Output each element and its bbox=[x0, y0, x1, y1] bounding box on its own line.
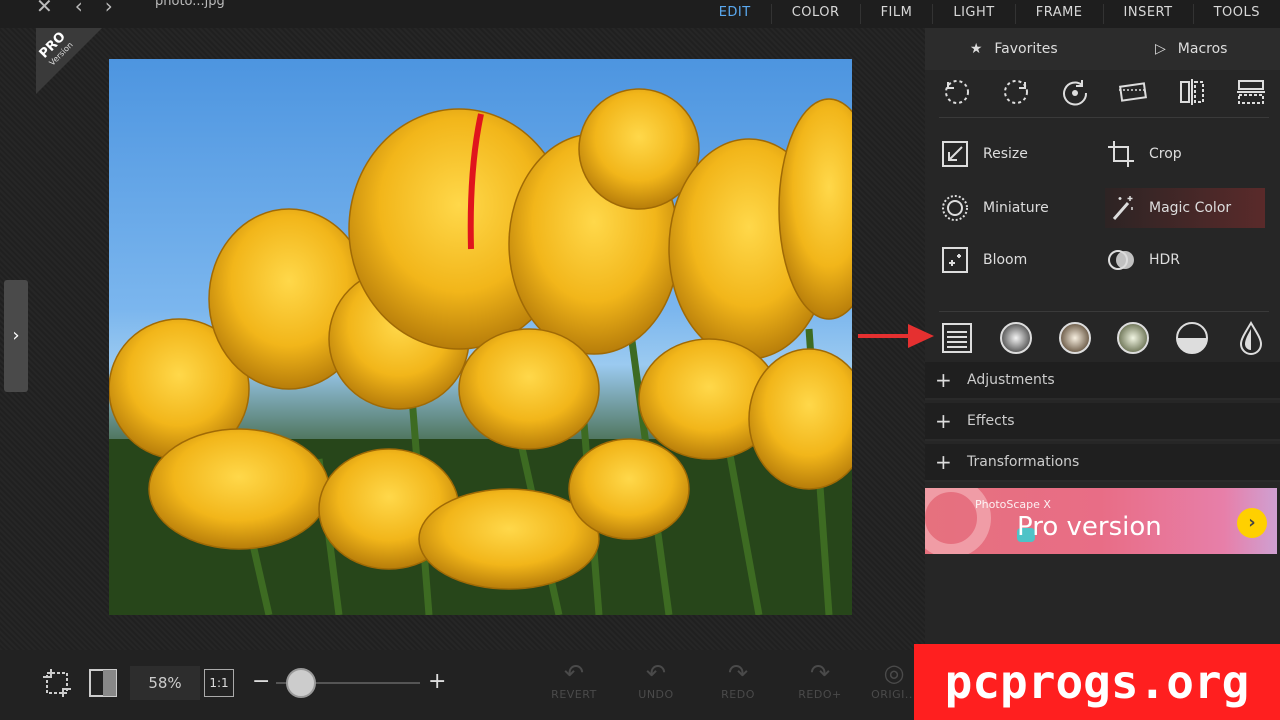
redo-all-icon: ↷ bbox=[809, 659, 831, 687]
arrow-annotation-icon bbox=[858, 324, 934, 348]
tab-color[interactable]: COLOR bbox=[770, 4, 860, 24]
miniature-button[interactable]: Miniature bbox=[939, 188, 1099, 228]
adjustments-label: Adjustments bbox=[967, 372, 1055, 388]
back-icon[interactable]: ‹ bbox=[75, 0, 83, 18]
tone-icon[interactable] bbox=[1057, 320, 1093, 356]
levels-icon[interactable] bbox=[939, 320, 975, 356]
plus-icon: + bbox=[935, 450, 952, 474]
effects-label: Effects bbox=[967, 413, 1015, 429]
macros-label: Macros bbox=[1177, 41, 1228, 57]
hdr-icon bbox=[1105, 244, 1137, 276]
undo-button[interactable]: ↶ UNDO bbox=[626, 658, 686, 701]
photo-canvas-image[interactable] bbox=[109, 59, 852, 615]
transformations-label: Transformations bbox=[967, 454, 1080, 470]
banner-subtitle: PhotoScape X bbox=[975, 498, 1051, 511]
film-icon[interactable] bbox=[1115, 320, 1151, 356]
resize-icon bbox=[939, 138, 971, 170]
resize-label: Resize bbox=[983, 146, 1028, 162]
favorites-macros-bar: ★ Favorites ▷ Macros bbox=[925, 28, 1280, 70]
actual-size-button[interactable]: 1:1 bbox=[204, 669, 234, 697]
revert-button[interactable]: ↶ REVERT bbox=[544, 658, 604, 701]
edit-panel: ★ Favorites ▷ Macros Resize Crop Miniatu… bbox=[925, 28, 1280, 650]
revert-icon: ↶ bbox=[563, 659, 585, 687]
tab-film[interactable]: FILM bbox=[859, 4, 933, 24]
photo-editor-window: ✕ ‹ › photo...jpg EDIT COLOR FILM LIGHT … bbox=[0, 0, 1280, 720]
plus-icon: + bbox=[935, 409, 952, 433]
transformations-section[interactable]: + Transformations bbox=[925, 444, 1280, 482]
pro-version-badge: PRO Version bbox=[36, 28, 102, 94]
crop-label: Crop bbox=[1149, 146, 1182, 162]
zoom-in-button[interactable]: + bbox=[428, 669, 446, 694]
revert-label: REVERT bbox=[551, 688, 597, 701]
crop-button[interactable]: Crop bbox=[1105, 134, 1265, 174]
tab-edit[interactable]: EDIT bbox=[699, 4, 771, 24]
magic-wand-icon bbox=[1105, 192, 1137, 224]
forward-icon[interactable]: › bbox=[105, 0, 113, 18]
drop-icon[interactable] bbox=[1233, 320, 1269, 356]
macros-button[interactable]: ▷ Macros bbox=[1103, 28, 1280, 70]
banner-title: Pro version bbox=[1017, 512, 1162, 542]
plus-icon: + bbox=[935, 368, 952, 392]
flip-vertical-icon[interactable] bbox=[1233, 74, 1269, 110]
chevron-right-icon: › bbox=[12, 325, 20, 346]
site-watermark: pcprogs.org bbox=[914, 644, 1280, 720]
top-bar: ✕ ‹ › photo...jpg EDIT COLOR FILM LIGHT … bbox=[0, 0, 1280, 28]
zoom-level[interactable]: 58% bbox=[130, 666, 200, 700]
effects-section[interactable]: + Effects bbox=[925, 403, 1280, 441]
pro-version-banner[interactable]: PhotoScape X Pro version › bbox=[925, 488, 1277, 554]
selection-icon[interactable] bbox=[40, 666, 74, 700]
bloom-label: Bloom bbox=[983, 252, 1028, 268]
redo-label: REDO bbox=[721, 688, 755, 701]
hdr-button[interactable]: HDR bbox=[1105, 240, 1265, 280]
hdr-label: HDR bbox=[1149, 252, 1181, 268]
vignette-icon[interactable] bbox=[998, 320, 1034, 356]
crop-icon bbox=[1105, 138, 1137, 170]
undo-label: UNDO bbox=[638, 688, 674, 701]
redo-plus-label: REDO+ bbox=[798, 688, 842, 701]
redo-plus-button[interactable]: ↷ REDO+ bbox=[790, 658, 850, 701]
redo-button[interactable]: ↷ REDO bbox=[708, 658, 768, 701]
resize-button[interactable]: Resize bbox=[939, 134, 1099, 174]
miniature-icon bbox=[939, 192, 971, 224]
bloom-icon bbox=[939, 244, 971, 276]
rotate-flip-toolbar bbox=[939, 74, 1269, 118]
main-tabs: EDIT COLOR FILM LIGHT FRAME INSERT TOOLS bbox=[699, 4, 1280, 24]
sidebar-toggle-button[interactable]: › bbox=[4, 280, 28, 392]
filter-presets-row bbox=[939, 311, 1269, 355]
chevron-right-icon[interactable]: › bbox=[1237, 508, 1267, 538]
undo-icon: ↶ bbox=[645, 659, 667, 687]
half-circle-icon[interactable] bbox=[1174, 320, 1210, 356]
magic-color-button[interactable]: Magic Color bbox=[1105, 188, 1265, 228]
adjustments-section[interactable]: + Adjustments bbox=[925, 362, 1280, 400]
play-icon: ▷ bbox=[1155, 41, 1166, 57]
rotate-left-icon[interactable] bbox=[939, 74, 975, 110]
close-icon[interactable]: ✕ bbox=[36, 0, 53, 18]
bloom-button[interactable]: Bloom bbox=[939, 240, 1099, 280]
compare-icon[interactable] bbox=[86, 666, 120, 700]
redo-icon: ↷ bbox=[727, 659, 749, 687]
rotate-free-icon[interactable] bbox=[1057, 74, 1093, 110]
straighten-icon[interactable] bbox=[1115, 74, 1151, 110]
tab-light[interactable]: LIGHT bbox=[932, 4, 1014, 24]
favorites-label: Favorites bbox=[994, 41, 1058, 57]
flip-horizontal-icon[interactable] bbox=[1174, 74, 1210, 110]
star-icon: ★ bbox=[969, 41, 983, 57]
miniature-label: Miniature bbox=[983, 200, 1049, 216]
favorites-button[interactable]: ★ Favorites bbox=[925, 28, 1103, 70]
window-controls: ✕ ‹ › bbox=[36, 0, 113, 18]
tab-tools[interactable]: TOOLS bbox=[1192, 4, 1280, 24]
tab-frame[interactable]: FRAME bbox=[1014, 4, 1103, 24]
zoom-slider-handle[interactable] bbox=[286, 668, 316, 698]
tulips-photo bbox=[109, 88, 852, 615]
magic-color-label: Magic Color bbox=[1149, 200, 1232, 216]
zoom-out-button[interactable]: − bbox=[252, 669, 270, 694]
rotate-right-icon[interactable] bbox=[998, 74, 1034, 110]
file-name: photo...jpg bbox=[155, 0, 225, 9]
tab-insert[interactable]: INSERT bbox=[1102, 4, 1193, 24]
